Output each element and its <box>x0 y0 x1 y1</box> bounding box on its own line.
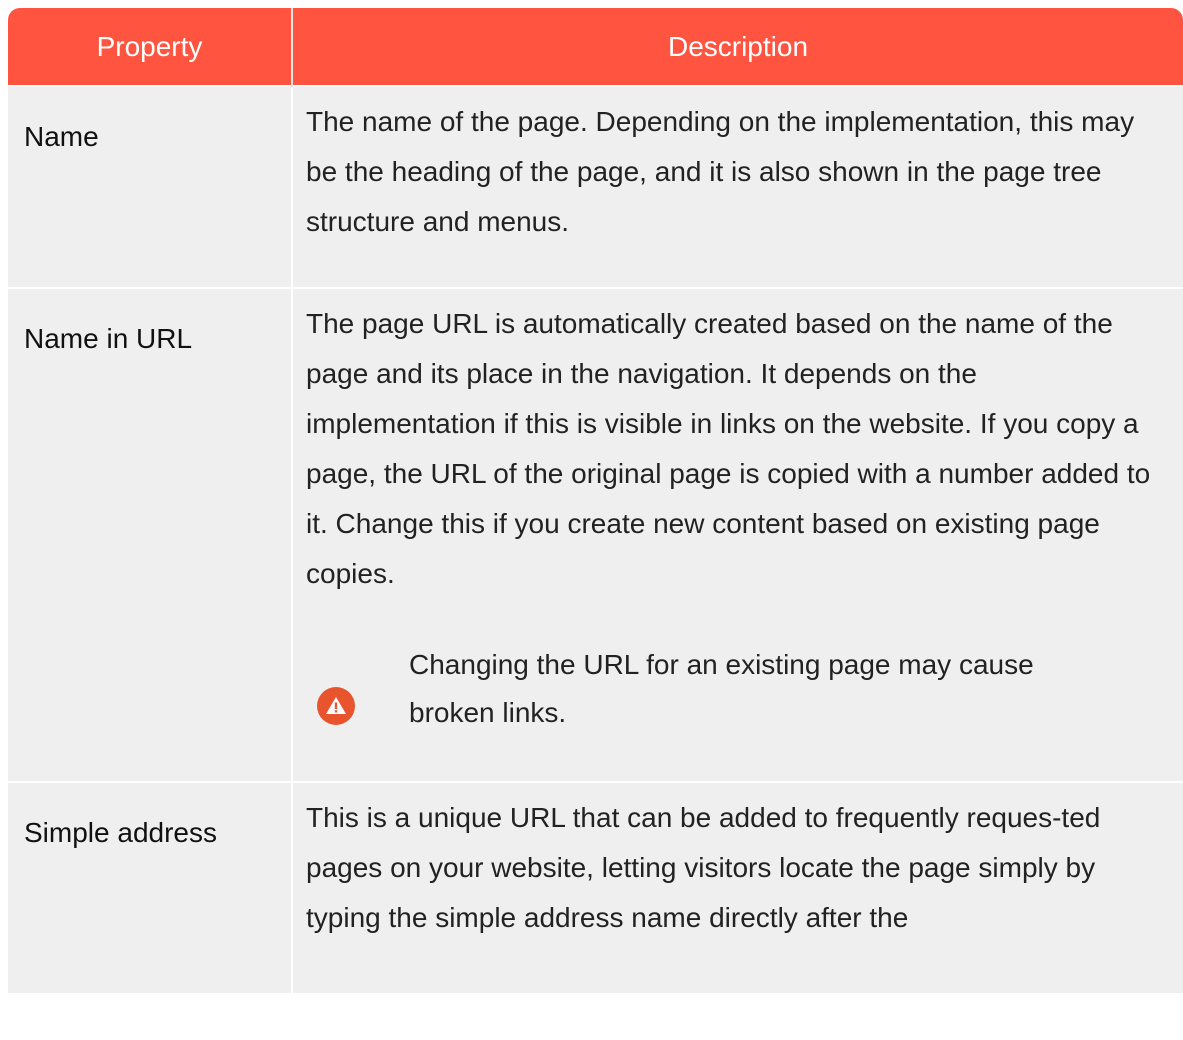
table-row: Name in URL The page URL is automaticall… <box>8 287 1183 782</box>
property-cell: Simple address <box>8 781 293 993</box>
property-cell: Name in URL <box>8 287 293 782</box>
warning-icon <box>317 687 355 725</box>
property-name: Name <box>24 121 99 152</box>
description-cell: This is a unique URL that can be added t… <box>292 781 1183 993</box>
property-cell: Name <box>8 85 293 288</box>
warning-note-text: Changing the URL for an existing page ma… <box>409 649 1034 728</box>
table-row: Name The name of the page. Depending on … <box>8 85 1183 288</box>
description-text: This is a unique URL that can be added t… <box>306 802 1101 933</box>
property-name: Simple address <box>24 817 217 848</box>
warning-note: Changing the URL for an existing page ma… <box>293 641 1183 781</box>
header-property: Property <box>8 8 293 86</box>
property-name: Name in URL <box>24 323 193 354</box>
properties-table: Property Description Name The name of th… <box>8 8 1183 993</box>
description-text: The page URL is automatically created ba… <box>306 308 1151 589</box>
description-text: The name of the page. Depending on the i… <box>306 106 1135 237</box>
table-header-row: Property Description <box>8 8 1183 86</box>
description-cell: The page URL is automatically created ba… <box>292 287 1183 782</box>
description-cell: The name of the page. Depending on the i… <box>292 85 1183 288</box>
properties-table-container: Property Description Name The name of th… <box>8 8 1183 1040</box>
header-description: Description <box>292 8 1183 86</box>
table-row: Simple address This is a unique URL that… <box>8 781 1183 993</box>
